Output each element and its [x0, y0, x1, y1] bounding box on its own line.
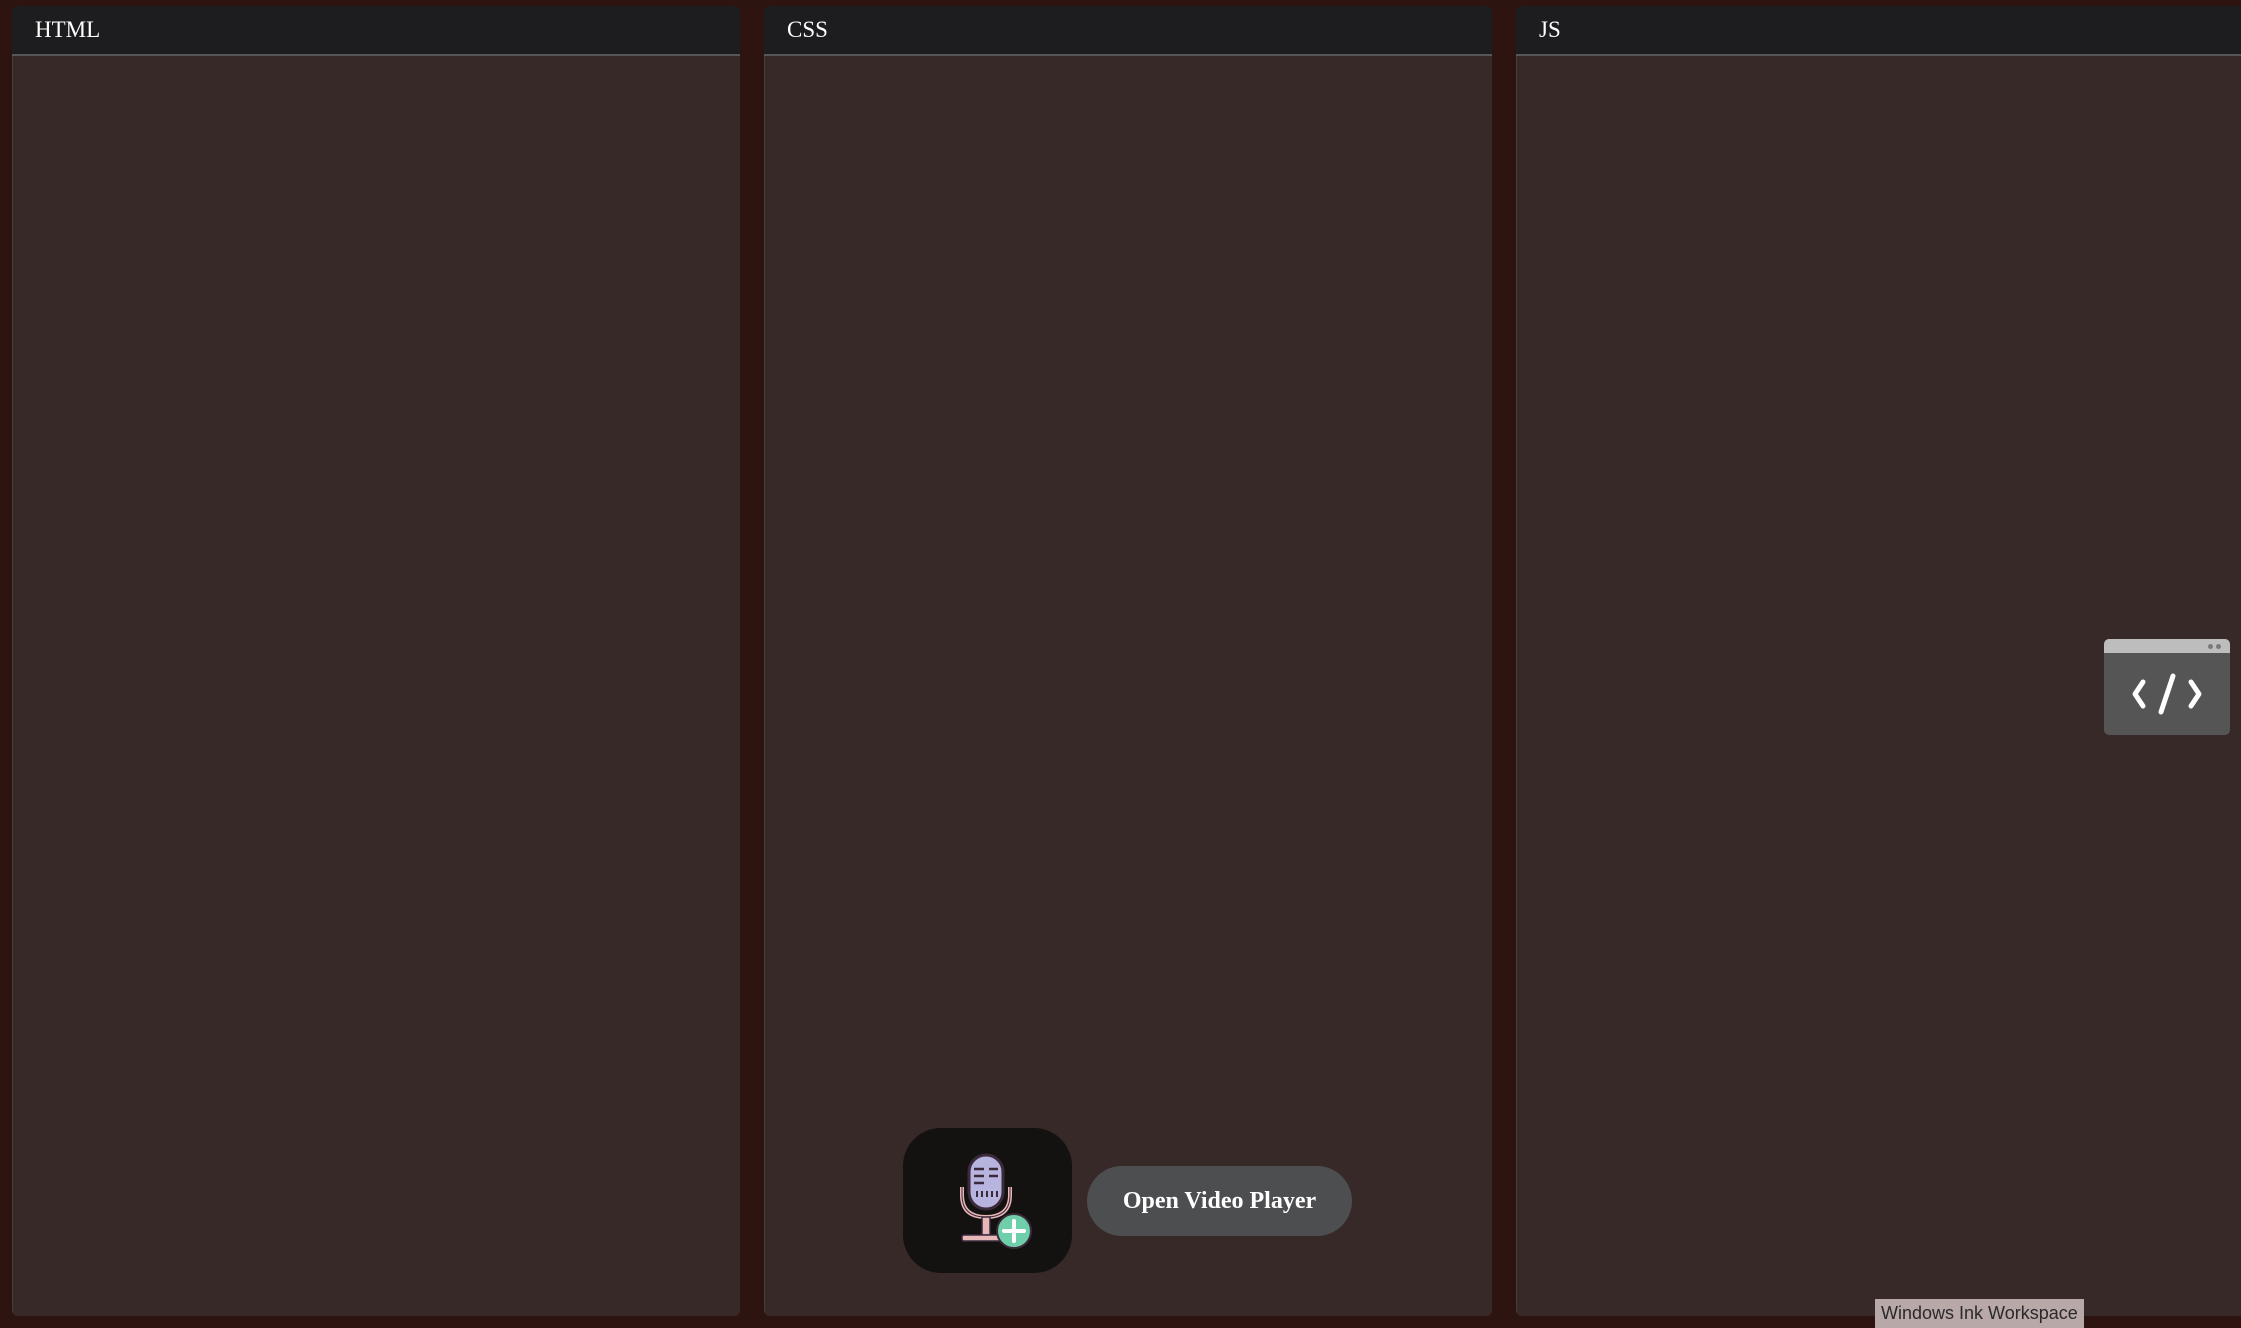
open-video-player-button[interactable]: Open Video Player	[1087, 1166, 1352, 1236]
js-panel-title: JS	[1539, 17, 1561, 42]
html-panel-header: HTML	[12, 6, 740, 56]
editor-workspace: HTML CSS JS Open Video Player Windows In…	[0, 0, 2241, 1328]
code-view-widget[interactable]	[2104, 639, 2230, 735]
css-panel-title: CSS	[787, 17, 828, 42]
html-editor[interactable]	[12, 56, 740, 1316]
html-panel: HTML	[12, 6, 740, 1316]
windows-ink-tooltip: Windows Ink Workspace	[1875, 1299, 2084, 1328]
record-audio-button[interactable]	[903, 1128, 1072, 1273]
css-editor[interactable]	[764, 56, 1492, 1316]
microphone-add-icon	[959, 1153, 1032, 1249]
css-panel: CSS	[764, 6, 1492, 1316]
window-dot-icon	[2216, 644, 2221, 649]
code-brackets-icon	[2104, 653, 2230, 735]
js-panel-header: JS	[1516, 6, 2241, 56]
window-dot-icon	[2208, 644, 2213, 649]
css-panel-header: CSS	[764, 6, 1492, 56]
widget-titlebar	[2104, 639, 2230, 653]
html-panel-title: HTML	[35, 17, 101, 42]
